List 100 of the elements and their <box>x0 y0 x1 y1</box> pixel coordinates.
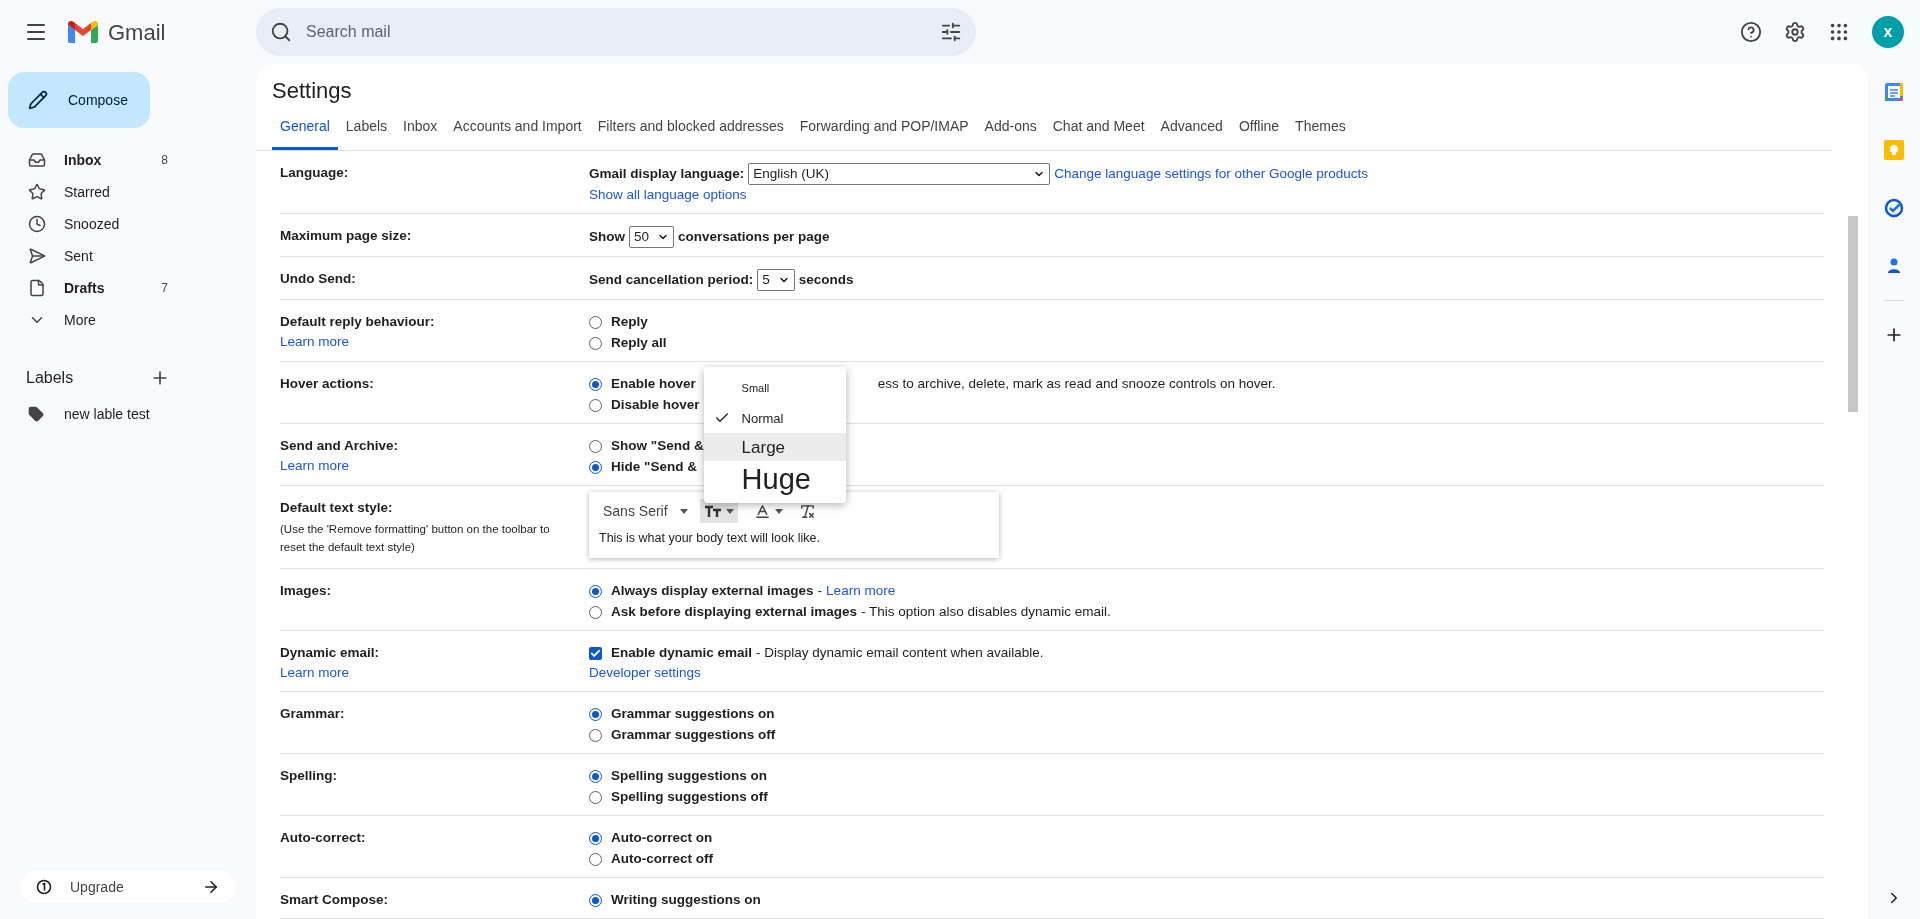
setting-label: Smart Compose: <box>280 891 390 909</box>
nav-item[interactable]: Inbox 8 <box>0 144 256 176</box>
settings-tab[interactable]: Offline <box>1230 116 1288 150</box>
setting-label: Default text style: <box>280 499 394 517</box>
nav-item[interactable]: Snoozed <box>0 208 256 240</box>
inbox-icon <box>28 151 46 169</box>
language-select[interactable]: English (UK) <box>748 163 1051 185</box>
setting-label: Language: <box>280 164 350 182</box>
learn-more-link[interactable]: Learn more <box>280 332 573 352</box>
arrow-right-icon <box>202 878 220 896</box>
setting-label: Dynamic email: <box>280 644 381 662</box>
tasks-icon[interactable] <box>1884 198 1904 218</box>
settings-tab[interactable]: Filters and blocked addresses <box>589 116 792 150</box>
setting-label: Spelling: <box>280 767 338 785</box>
search-icon[interactable] <box>270 21 292 43</box>
option-label: Grammar suggestions on <box>611 705 775 723</box>
setting-label: Default reply behaviour: <box>280 313 436 331</box>
settings-tab[interactable]: Add-ons <box>976 116 1045 150</box>
text-color-icon <box>753 502 771 520</box>
settings-tab[interactable]: Accounts and Import <box>445 116 590 150</box>
labels-heading: Labels <box>26 368 74 388</box>
upgrade-button[interactable]: Upgrade <box>20 871 236 903</box>
caret-icon <box>725 508 734 514</box>
search-field[interactable]: Search mail <box>256 8 976 56</box>
upgrade-icon <box>36 879 52 895</box>
option-label: Hide "Send & <box>611 458 697 476</box>
option-label: Reply <box>611 313 648 331</box>
option-label: Always display external images <box>611 582 814 600</box>
learn-more-link[interactable]: Learn more <box>826 583 896 598</box>
setting-label: Auto-correct: <box>280 829 367 847</box>
field-label: conversations per page <box>678 228 830 246</box>
option-description: - Display dynamic email content when available. <box>756 644 1044 662</box>
option-label: Spelling suggestions off <box>611 788 768 806</box>
setting-label: Hover actions: <box>280 375 375 393</box>
settings-tab[interactable]: Inbox <box>395 116 446 150</box>
learn-more-link[interactable]: Learn more <box>280 456 573 476</box>
drafts-icon <box>28 279 46 297</box>
setting-label: Send and Archive: <box>280 437 400 455</box>
developer-settings-link[interactable]: Developer settings <box>589 663 1044 683</box>
setting-label: Images: <box>280 582 333 600</box>
option-description: - This option also disables dynamic email. <box>861 603 1111 621</box>
calendar-icon[interactable] <box>1884 82 1904 102</box>
gmail-logo-icon <box>68 20 98 44</box>
checkbox[interactable] <box>589 646 602 660</box>
font-size-option[interactable]: Large <box>703 433 846 461</box>
font-select[interactable]: Sans Serif <box>599 501 692 521</box>
starred-icon <box>28 183 46 201</box>
nav-item[interactable]: Sent <box>0 240 256 272</box>
settings-tab[interactable]: Advanced <box>1152 116 1231 150</box>
font-size-option[interactable]: Huge <box>703 461 846 497</box>
caret-icon <box>774 508 783 514</box>
search-input[interactable]: Search mail <box>306 20 940 44</box>
remove-formatting-icon <box>798 502 816 520</box>
option-label: Reply all <box>611 334 667 352</box>
font-size-option[interactable]: Normal <box>703 403 846 433</box>
field-label: Show <box>589 228 625 246</box>
scrollbar-thumb[interactable] <box>1848 216 1858 412</box>
page-title: Settings <box>271 77 353 105</box>
nav-item[interactable]: Drafts 7 <box>0 272 256 304</box>
option-label: Enable dynamic email <box>611 644 753 662</box>
label-item[interactable]: new lable test <box>0 398 256 430</box>
option-label: Ask before displaying external images <box>611 603 858 621</box>
setting-note: (Use the 'Remove formatting' button on the toolbar to reset the default text style) <box>280 522 551 555</box>
option-label: Spelling suggestions on <box>611 767 767 785</box>
help-icon[interactable] <box>1740 21 1762 43</box>
field-label: Gmail display language: <box>589 165 745 183</box>
settings-tab[interactable]: Labels <box>337 116 396 150</box>
apps-grid-icon[interactable] <box>1828 21 1850 43</box>
option-label: Auto-correct off <box>611 850 713 868</box>
option-description: - <box>817 582 823 600</box>
field-label: seconds <box>798 271 854 289</box>
setting-label: Maximum page size: <box>280 227 413 245</box>
settings-tab[interactable]: Chat and Meet <box>1044 116 1153 150</box>
language-settings-link[interactable]: Change language settings for other Google products <box>1054 164 1368 184</box>
option-label: Enable hover <box>611 375 696 393</box>
settings-tab[interactable]: Forwarding and POP/IMAP <box>791 116 977 150</box>
language-options-link[interactable]: Show all language options <box>589 185 1368 205</box>
settings-tab[interactable]: Themes <box>1287 116 1354 150</box>
compose-button[interactable]: Compose <box>8 72 150 128</box>
option-label: Show "Send & <box>611 437 704 455</box>
setting-label: Grammar: <box>280 705 346 723</box>
option-description: ess to archive, delete, mark as read and snooze controls on hover. <box>877 375 1276 393</box>
text-size-icon <box>703 504 722 518</box>
snoozed-icon <box>28 215 46 233</box>
label-tag-icon <box>28 406 44 422</box>
number-select[interactable]: 50 <box>629 226 675 248</box>
settings-icon[interactable] <box>1784 21 1806 43</box>
font-size-option[interactable]: Small <box>703 373 846 403</box>
number-select[interactable]: 5 <box>757 269 795 291</box>
option-label: Disable hover <box>611 396 700 414</box>
nav-item[interactable]: Starred <box>0 176 256 208</box>
settings-tab[interactable]: General <box>272 116 338 150</box>
app-name: Gmail <box>108 18 166 47</box>
option-label: Auto-correct on <box>611 829 713 847</box>
nav-item[interactable]: More <box>0 304 256 336</box>
learn-more-link[interactable]: Learn more <box>280 663 573 683</box>
sent-icon <box>28 247 46 265</box>
check-icon <box>590 647 601 659</box>
setting-label: Undo Send: <box>280 270 357 288</box>
filter-options-icon[interactable] <box>940 21 962 43</box>
